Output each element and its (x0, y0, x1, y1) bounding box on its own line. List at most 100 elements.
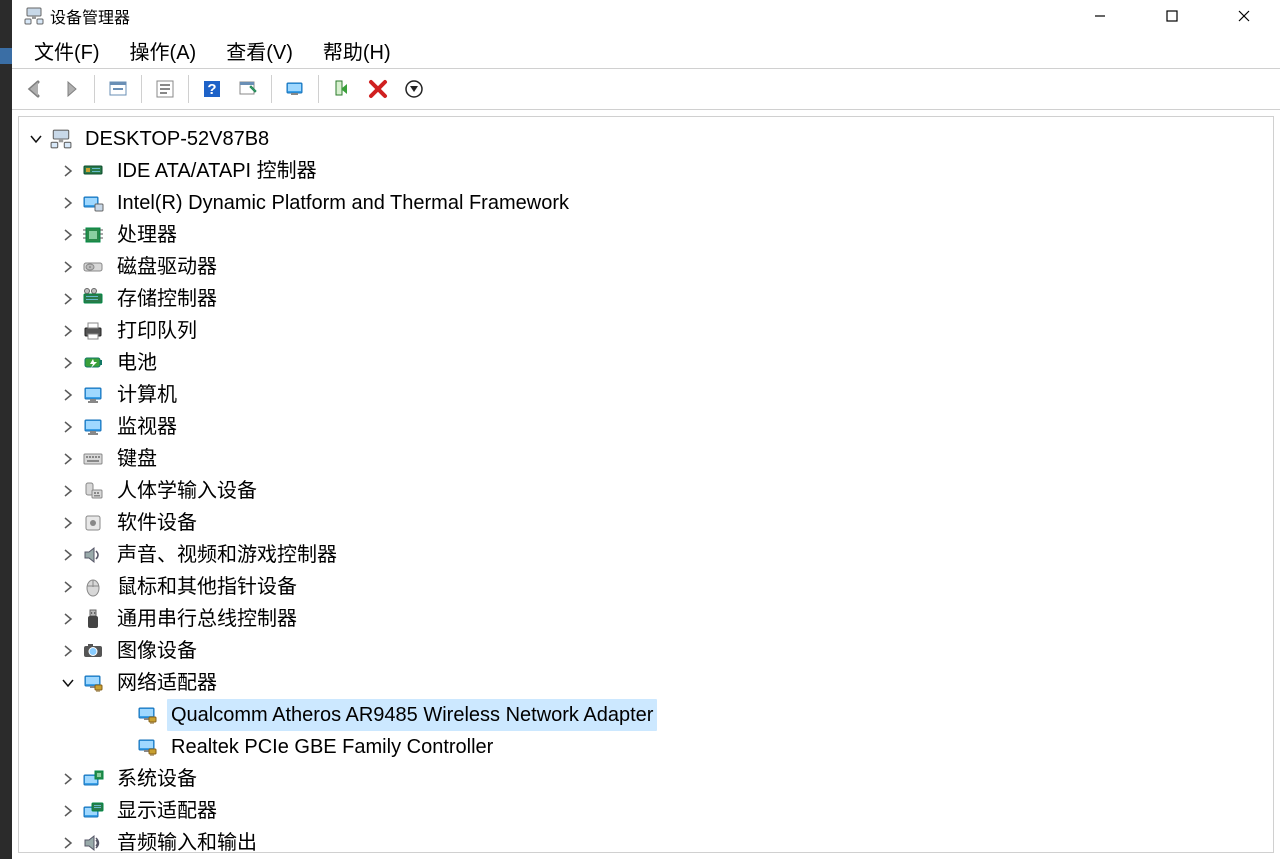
chevron-right-icon[interactable] (57, 576, 79, 598)
toolbar-uninstall-device-button[interactable] (397, 73, 431, 105)
chevron-right-icon[interactable] (57, 800, 79, 822)
window-title: 设备管理器 (50, 4, 130, 28)
monitor-icon (81, 416, 105, 438)
tree-category-label: 系统设备 (113, 763, 201, 795)
chevron-right-icon[interactable] (57, 192, 79, 214)
tree-category-node[interactable]: 显示适配器 (19, 795, 1273, 827)
window-maximize-button[interactable] (1136, 0, 1208, 32)
battery-icon (81, 352, 105, 374)
chevron-right-icon[interactable] (57, 416, 79, 438)
chevron-right-icon[interactable] (57, 768, 79, 790)
keyboard-icon (81, 448, 105, 470)
menu-file[interactable]: 文件(F) (22, 32, 112, 69)
toolbar-enable-device-button[interactable] (325, 73, 359, 105)
toolbar-disable-device-button[interactable] (361, 73, 395, 105)
network-adapter-icon (135, 704, 159, 726)
chevron-right-icon[interactable] (57, 160, 79, 182)
tree-root-label: DESKTOP-52V87B8 (81, 123, 273, 155)
tree-category-label: 电池 (113, 347, 161, 379)
toolbar-help-button[interactable]: ? (195, 73, 229, 105)
tree-category-node[interactable]: 打印队列 (19, 315, 1273, 347)
tree-category-node[interactable]: 网络适配器 (19, 667, 1273, 699)
device-manager-window: 设备管理器 文件(F) 操作(A) 查看(V) 帮助(H) (12, 0, 1280, 859)
menu-help[interactable]: 帮助(H) (311, 32, 403, 69)
tree-category-label: 打印队列 (113, 315, 201, 347)
storage-controller-icon (81, 288, 105, 310)
tree-category-node[interactable]: Intel(R) Dynamic Platform and Thermal Fr… (19, 187, 1273, 219)
network-adapter-icon (81, 672, 105, 694)
software-device-icon (81, 512, 105, 534)
chevron-right-icon[interactable] (57, 384, 79, 406)
tree-category-node[interactable]: 软件设备 (19, 507, 1273, 539)
tree-category-node[interactable]: 鼠标和其他指针设备 (19, 571, 1273, 603)
toolbar-scan-hardware-button[interactable] (231, 73, 265, 105)
tree-category-label: 存储控制器 (113, 283, 221, 315)
chevron-down-icon[interactable] (25, 128, 47, 150)
tree-category-node[interactable]: 存储控制器 (19, 283, 1273, 315)
chevron-down-icon[interactable] (57, 672, 79, 694)
chevron-right-icon[interactable] (57, 544, 79, 566)
toolbar-forward-button[interactable] (54, 73, 88, 105)
display-adapter-icon (81, 800, 105, 822)
computer-monitor-icon (81, 384, 105, 406)
tree-category-node[interactable]: 图像设备 (19, 635, 1273, 667)
computer-icon (49, 128, 73, 150)
hid-icon (81, 480, 105, 502)
tree-device-node[interactable]: Qualcomm Atheros AR9485 Wireless Network… (19, 699, 1273, 731)
chevron-right-icon[interactable] (57, 608, 79, 630)
chevron-right-icon[interactable] (57, 480, 79, 502)
menu-bar: 文件(F) 操作(A) 查看(V) 帮助(H) (12, 32, 1280, 69)
chevron-right-icon[interactable] (57, 288, 79, 310)
tree-category-node[interactable]: 处理器 (19, 219, 1273, 251)
chevron-right-icon[interactable] (57, 256, 79, 278)
tree-category-node[interactable]: 电池 (19, 347, 1273, 379)
tree-category-node[interactable]: 人体学输入设备 (19, 475, 1273, 507)
device-tree-panel: DESKTOP-52V87B8 IDE ATA/ATAPI 控制器 Intel(… (18, 116, 1274, 853)
tree-category-label: 声音、视频和游戏控制器 (113, 539, 341, 571)
device-manager-app-icon (24, 6, 44, 26)
tree-category-node[interactable]: 音频输入和输出 (19, 827, 1273, 853)
tree-root-node[interactable]: DESKTOP-52V87B8 (19, 123, 1273, 155)
tree-category-label: 音频输入和输出 (113, 827, 261, 853)
tree-category-label: 网络适配器 (113, 667, 221, 699)
window-minimize-button[interactable] (1064, 0, 1136, 32)
tree-category-node[interactable]: 键盘 (19, 443, 1273, 475)
system-device-icon (81, 768, 105, 790)
tree-device-node[interactable]: Realtek PCIe GBE Family Controller (19, 731, 1273, 763)
window-close-button[interactable] (1208, 0, 1280, 32)
toolbar-back-button[interactable] (18, 73, 52, 105)
tree-category-label: 显示适配器 (113, 795, 221, 827)
tree-category-node[interactable]: 系统设备 (19, 763, 1273, 795)
toolbar: ? (12, 69, 1280, 110)
tree-category-node[interactable]: 磁盘驱动器 (19, 251, 1273, 283)
menu-action[interactable]: 操作(A) (118, 32, 209, 69)
tree-category-node[interactable]: 计算机 (19, 379, 1273, 411)
chevron-right-icon[interactable] (57, 512, 79, 534)
chevron-right-icon[interactable] (57, 448, 79, 470)
network-adapter-icon (135, 736, 159, 758)
tree-category-label: 监视器 (113, 411, 181, 443)
tree-category-node[interactable]: IDE ATA/ATAPI 控制器 (19, 155, 1273, 187)
chevron-right-icon[interactable] (57, 640, 79, 662)
chevron-right-icon[interactable] (57, 224, 79, 246)
tree-category-node[interactable]: 通用串行总线控制器 (19, 603, 1273, 635)
tree-category-label: IDE ATA/ATAPI 控制器 (113, 155, 321, 187)
sound-icon (81, 544, 105, 566)
toolbar-properties-button[interactable] (148, 73, 182, 105)
tree-category-node[interactable]: 声音、视频和游戏控制器 (19, 539, 1273, 571)
imaging-device-icon (81, 640, 105, 662)
toolbar-update-driver-button[interactable] (278, 73, 312, 105)
chevron-right-icon[interactable] (57, 352, 79, 374)
tree-category-label: 鼠标和其他指针设备 (113, 571, 301, 603)
mouse-icon (81, 576, 105, 598)
toolbar-show-hidden-button[interactable] (101, 73, 135, 105)
tree-device-label: Qualcomm Atheros AR9485 Wireless Network… (167, 699, 657, 731)
tree-category-label: 软件设备 (113, 507, 201, 539)
svg-text:?: ? (207, 81, 216, 98)
menu-view[interactable]: 查看(V) (214, 32, 305, 69)
tree-category-label: 图像设备 (113, 635, 201, 667)
chevron-right-icon[interactable] (57, 832, 79, 853)
chevron-right-icon[interactable] (57, 320, 79, 342)
cpu-icon (81, 224, 105, 246)
tree-category-node[interactable]: 监视器 (19, 411, 1273, 443)
